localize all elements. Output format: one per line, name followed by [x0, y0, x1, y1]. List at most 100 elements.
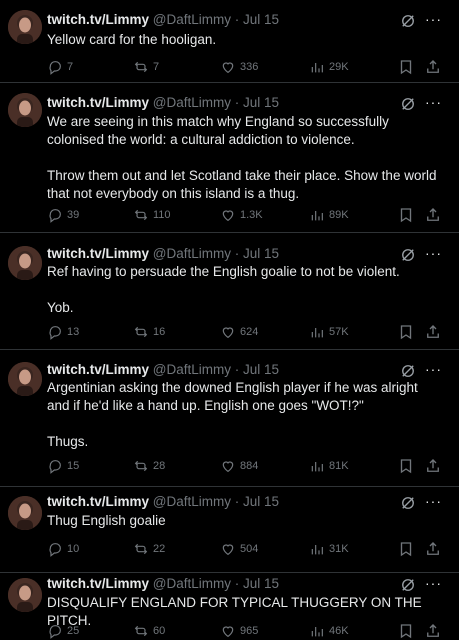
reply-count: 25	[67, 625, 80, 637]
like-button[interactable]: 884	[220, 457, 258, 475]
tweet[interactable]: twitch.tv/Limmy @DaftLimmy · Jul 15 ··· …	[0, 0, 459, 83]
views-button[interactable]: 89K	[309, 206, 349, 224]
views-icon	[309, 623, 329, 639]
display-name[interactable]: twitch.tv/Limmy	[47, 494, 149, 509]
share-icon[interactable]	[424, 540, 442, 558]
more-options-icon[interactable]: ···	[425, 246, 443, 262]
tweet-actions: 25 60 965 46K	[0, 622, 459, 640]
tweet[interactable]: twitch.tv/Limmy @DaftLimmy · Jul 15 ··· …	[0, 233, 459, 350]
views-icon	[309, 59, 329, 75]
grok-icon[interactable]	[399, 95, 417, 113]
user-handle[interactable]: @DaftLimmy	[153, 95, 231, 110]
reply-button[interactable]: 10	[47, 540, 79, 558]
bookmark-icon[interactable]	[397, 622, 415, 640]
avatar[interactable]	[8, 496, 42, 530]
repost-button[interactable]: 28	[133, 457, 165, 475]
grok-icon[interactable]	[399, 12, 417, 30]
tweet[interactable]: twitch.tv/Limmy @DaftLimmy · Jul 15 ··· …	[0, 350, 459, 487]
share-icon[interactable]	[424, 206, 442, 224]
views-count: 29K	[329, 61, 349, 73]
tweet[interactable]: twitch.tv/Limmy @DaftLimmy · Jul 15 ··· …	[0, 83, 459, 233]
display-name[interactable]: twitch.tv/Limmy	[47, 362, 149, 377]
display-name[interactable]: twitch.tv/Limmy	[47, 12, 149, 27]
display-name[interactable]: twitch.tv/Limmy	[47, 95, 149, 110]
more-options-icon[interactable]: ···	[425, 12, 443, 28]
user-handle[interactable]: @DaftLimmy	[153, 12, 231, 27]
reply-icon	[47, 541, 67, 557]
repost-button[interactable]: 16	[133, 323, 165, 341]
display-name[interactable]: twitch.tv/Limmy	[47, 246, 149, 261]
user-handle[interactable]: @DaftLimmy	[153, 362, 231, 377]
views-count: 31K	[329, 543, 349, 555]
reply-button[interactable]: 13	[47, 323, 79, 341]
repost-button[interactable]: 22	[133, 540, 165, 558]
grok-icon[interactable]	[399, 576, 417, 594]
repost-count: 22	[153, 543, 166, 555]
bookmark-icon[interactable]	[397, 323, 415, 341]
grok-icon[interactable]	[399, 362, 417, 380]
share-icon[interactable]	[424, 622, 442, 640]
tweet-text-paragraph: Argentinian asking the downed English pl…	[47, 380, 418, 413]
views-button[interactable]: 31K	[309, 540, 349, 558]
tweet-date[interactable]: · Jul 15	[235, 95, 279, 110]
tweet-date[interactable]: · Jul 15	[235, 246, 279, 261]
views-button[interactable]: 81K	[309, 457, 349, 475]
bookmark-icon[interactable]	[397, 206, 415, 224]
tweet-text: We are seeing in this match why England …	[47, 113, 447, 203]
tweet[interactable]: twitch.tv/Limmy @DaftLimmy · Jul 15 ··· …	[0, 487, 459, 573]
display-name[interactable]: twitch.tv/Limmy	[47, 576, 149, 591]
reply-icon	[47, 207, 67, 223]
avatar[interactable]	[8, 246, 42, 280]
avatar[interactable]	[8, 10, 42, 44]
grok-icon[interactable]	[399, 246, 417, 264]
like-button[interactable]: 965	[220, 622, 258, 640]
like-button[interactable]: 504	[220, 540, 258, 558]
repost-button[interactable]: 7	[133, 58, 159, 76]
repost-button[interactable]: 60	[133, 622, 165, 640]
like-button[interactable]: 624	[220, 323, 258, 341]
like-button[interactable]: 1.3K	[220, 206, 263, 224]
reply-icon	[47, 324, 67, 340]
reply-button[interactable]: 15	[47, 457, 79, 475]
tweet-actions: 10 22 504 31K	[0, 540, 459, 558]
share-icon[interactable]	[424, 457, 442, 475]
tweet-actions: 39 110 1.3K 89K	[0, 206, 459, 224]
more-options-icon[interactable]: ···	[425, 576, 443, 592]
like-icon	[220, 623, 240, 639]
tweet[interactable]: twitch.tv/Limmy @DaftLimmy · Jul 15 ··· …	[0, 573, 459, 640]
reply-button[interactable]: 39	[47, 206, 79, 224]
repost-button[interactable]: 110	[133, 206, 171, 224]
reply-button[interactable]: 7	[47, 58, 73, 76]
reply-icon	[47, 458, 67, 474]
tweet-date[interactable]: · Jul 15	[235, 494, 279, 509]
share-icon[interactable]	[424, 323, 442, 341]
share-icon[interactable]	[424, 58, 442, 76]
user-handle[interactable]: @DaftLimmy	[153, 494, 231, 509]
views-icon	[309, 207, 329, 223]
tweet-date[interactable]: · Jul 15	[235, 576, 279, 591]
more-options-icon[interactable]: ···	[425, 95, 443, 111]
avatar[interactable]	[8, 93, 42, 127]
views-button[interactable]: 57K	[309, 323, 349, 341]
views-button[interactable]: 29K	[309, 58, 349, 76]
user-handle[interactable]: @DaftLimmy	[153, 576, 231, 591]
avatar[interactable]	[8, 362, 42, 396]
more-options-icon[interactable]: ···	[425, 362, 443, 378]
tweet-text: Yellow card for the hooligan.	[47, 31, 447, 49]
reply-button[interactable]: 25	[47, 622, 79, 640]
user-handle[interactable]: @DaftLimmy	[153, 246, 231, 261]
bookmark-icon[interactable]	[397, 58, 415, 76]
like-button[interactable]: 336	[220, 58, 258, 76]
repost-icon	[133, 458, 153, 474]
views-button[interactable]: 46K	[309, 622, 349, 640]
bookmark-icon[interactable]	[397, 540, 415, 558]
bookmark-icon[interactable]	[397, 457, 415, 475]
repost-count: 28	[153, 460, 166, 472]
like-icon	[220, 324, 240, 340]
more-options-icon[interactable]: ···	[425, 494, 443, 510]
avatar[interactable]	[8, 578, 42, 612]
tweet-date[interactable]: · Jul 15	[235, 12, 279, 27]
repost-icon	[133, 207, 153, 223]
grok-icon[interactable]	[399, 494, 417, 512]
tweet-date[interactable]: · Jul 15	[235, 362, 279, 377]
